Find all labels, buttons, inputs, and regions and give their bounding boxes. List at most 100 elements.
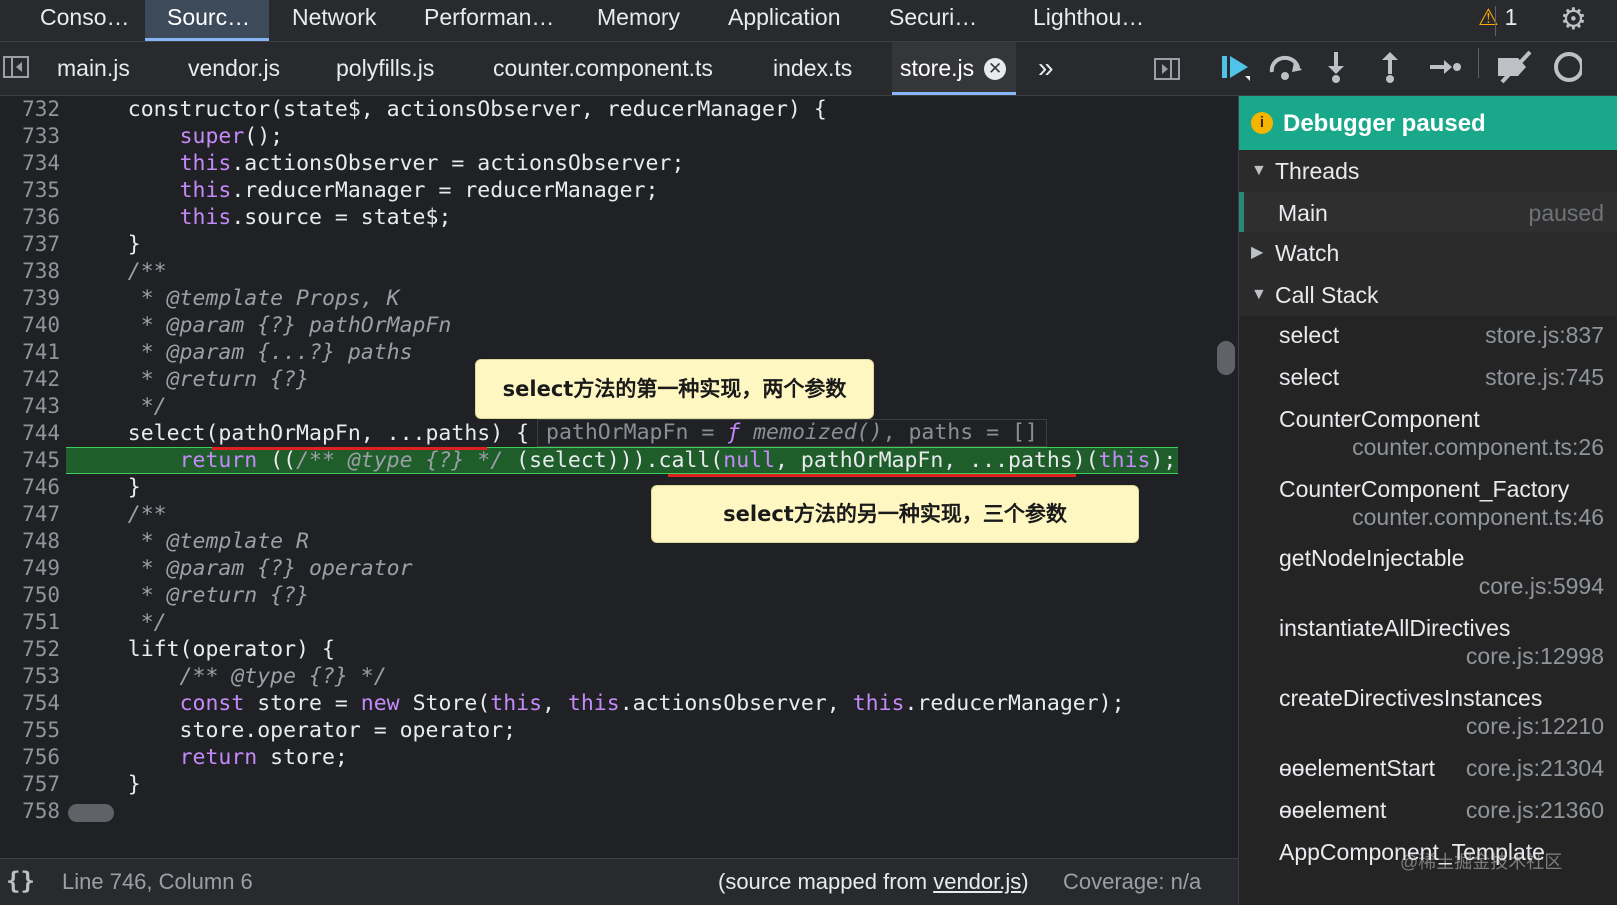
file-tab-index-ts[interactable]: index.ts — [773, 42, 852, 95]
debugger-paused-banner: i Debugger paused — [1239, 96, 1617, 152]
line-number[interactable]: 755 — [0, 717, 60, 744]
code-line: 757 } — [0, 771, 1238, 798]
line-number[interactable]: 743 — [0, 393, 60, 420]
toggle-navigator-icon[interactable] — [3, 56, 29, 78]
line-text: * @template Props, K — [76, 286, 400, 311]
source-map-link[interactable]: vendor.js — [933, 869, 1021, 894]
frame-location[interactable]: core.js:21360 — [1466, 797, 1604, 824]
line-number[interactable]: 752 — [0, 636, 60, 663]
step-icon[interactable] — [1428, 50, 1462, 93]
file-tab-vendor-js[interactable]: vendor.js — [188, 42, 280, 95]
frame-function: createDirectivesInstances — [1279, 685, 1543, 711]
resume-icon[interactable] — [1218, 50, 1252, 93]
pretty-print-button[interactable]: {} — [6, 867, 35, 895]
pause-on-exceptions-icon[interactable] — [1552, 50, 1584, 93]
code-line: 751 */ — [0, 609, 1238, 636]
line-text: */ — [76, 610, 167, 635]
code-line: 736 this.source = state$; — [0, 204, 1238, 231]
inline-memoized: memoized() — [740, 420, 883, 445]
line-number[interactable]: 732 — [0, 96, 60, 123]
line-text: } — [76, 475, 141, 500]
frame-location[interactable]: core.js:5994 — [1479, 573, 1604, 600]
code-line: 735 this.reducerManager = reducerManager… — [0, 177, 1238, 204]
code-editor[interactable]: 732 constructor(state$, actionsObserver,… — [0, 96, 1238, 858]
horizontal-scrollbar-thumb[interactable] — [68, 804, 114, 822]
frame-location[interactable]: store.js:745 — [1485, 364, 1604, 391]
line-number[interactable]: 751 — [0, 609, 60, 636]
line-number[interactable]: 748 — [0, 528, 60, 555]
line-number[interactable]: 736 — [0, 204, 60, 231]
tab-network[interactable]: Network — [292, 0, 376, 41]
tab-lighthouse[interactable]: Lighthou… — [1033, 0, 1144, 41]
debugger-toolbar — [1222, 42, 1617, 96]
line-text: lift(operator) { — [76, 637, 335, 662]
tab-memory[interactable]: Memory — [597, 0, 680, 41]
line-text: this.actionsObserver = actionsObserver; — [179, 151, 685, 176]
call-stack-section-header[interactable]: ▼ Call Stack — [1239, 274, 1617, 316]
line-number[interactable]: 733 — [0, 123, 60, 150]
line-number[interactable]: 741 — [0, 339, 60, 366]
line-number[interactable]: 750 — [0, 582, 60, 609]
vertical-scrollbar-thumb[interactable] — [1217, 341, 1235, 375]
line-number[interactable]: 758 — [0, 798, 60, 825]
line-number[interactable]: 735 — [0, 177, 60, 204]
threads-section-header[interactable]: ▼ Threads — [1239, 150, 1617, 192]
tab-performance[interactable]: Performan… — [424, 0, 554, 41]
file-tab-main-js[interactable]: main.js — [57, 42, 130, 95]
code-line: 756 return store; — [0, 744, 1238, 771]
step-into-icon[interactable] — [1324, 50, 1348, 93]
line-text: * @param {...?} paths — [76, 340, 413, 365]
step-over-icon[interactable] — [1268, 50, 1304, 93]
line-text: /** — [76, 259, 167, 284]
file-tab-polyfills-js[interactable]: polyfills.js — [336, 42, 434, 95]
line-number[interactable]: 747 — [0, 501, 60, 528]
line-number[interactable]: 757 — [0, 771, 60, 798]
code-line: 754 const store = new Store(this, this.a… — [0, 690, 1238, 717]
code-line: 749 * @param {?} operator — [0, 555, 1238, 582]
line-text: super(); — [179, 124, 284, 149]
line-number[interactable]: 742 — [0, 366, 60, 393]
source-map-prefix: (source mapped from — [718, 869, 934, 894]
tab-application[interactable]: Application — [728, 0, 841, 41]
settings-gear-icon[interactable]: ⚙ — [1560, 2, 1587, 37]
line-number[interactable]: 745 — [0, 447, 60, 474]
step-out-icon[interactable] — [1378, 50, 1402, 93]
code-line: 745 return ((/** @type {?} */ (select)))… — [0, 447, 1238, 474]
tab-console[interactable]: Conso… — [40, 0, 129, 41]
code-line: 738 /** — [0, 258, 1238, 285]
line-number[interactable]: 749 — [0, 555, 60, 582]
close-tab-icon[interactable]: ✕ — [984, 58, 1007, 80]
line-text: } — [76, 232, 141, 257]
more-tabs-chevron-icon[interactable]: » — [1038, 42, 1054, 95]
frame-location[interactable]: core.js:21304 — [1466, 755, 1604, 782]
tab-sources[interactable]: Sourc… — [145, 0, 269, 41]
line-number[interactable]: 738 — [0, 258, 60, 285]
frame-location[interactable]: core.js:12210 — [1466, 713, 1604, 740]
info-icon: i — [1251, 112, 1273, 134]
inline-value-hint: pathOrMapFn = ƒ memoized(), paths = [] — [537, 419, 1047, 447]
warnings-counter[interactable]: ⚠ 1 — [1478, 4, 1517, 31]
threads-label: Threads — [1275, 158, 1360, 184]
line-number[interactable]: 734 — [0, 150, 60, 177]
file-tab-store-js[interactable]: store.js ✕ — [892, 42, 1017, 95]
line-number[interactable]: 740 — [0, 312, 60, 339]
frame-location[interactable]: core.js:12998 — [1466, 643, 1604, 670]
thread-row-main[interactable]: Main paused — [1239, 192, 1617, 234]
line-number[interactable]: 753 — [0, 663, 60, 690]
file-tab-counter-component-ts[interactable]: counter.component.ts — [493, 42, 713, 95]
line-number[interactable]: 746 — [0, 474, 60, 501]
frame-location[interactable]: counter.component.ts:26 — [1352, 434, 1604, 461]
line-number[interactable]: 756 — [0, 744, 60, 771]
paused-title: Debugger paused — [1283, 110, 1486, 137]
frame-location[interactable]: store.js:837 — [1485, 322, 1604, 349]
line-number[interactable]: 737 — [0, 231, 60, 258]
line-number[interactable]: 744 — [0, 420, 60, 447]
frame-function: getNodeInjectable — [1279, 545, 1465, 571]
frame-location[interactable]: counter.component.ts:46 — [1352, 504, 1604, 531]
line-number[interactable]: 754 — [0, 690, 60, 717]
deactivate-breakpoints-icon[interactable] — [1494, 50, 1534, 93]
watch-section-header[interactable]: ▶ Watch — [1239, 232, 1617, 274]
toggle-debugger-sidebar-icon[interactable] — [1154, 58, 1180, 80]
tab-security[interactable]: Securi… — [889, 0, 977, 41]
line-number[interactable]: 739 — [0, 285, 60, 312]
